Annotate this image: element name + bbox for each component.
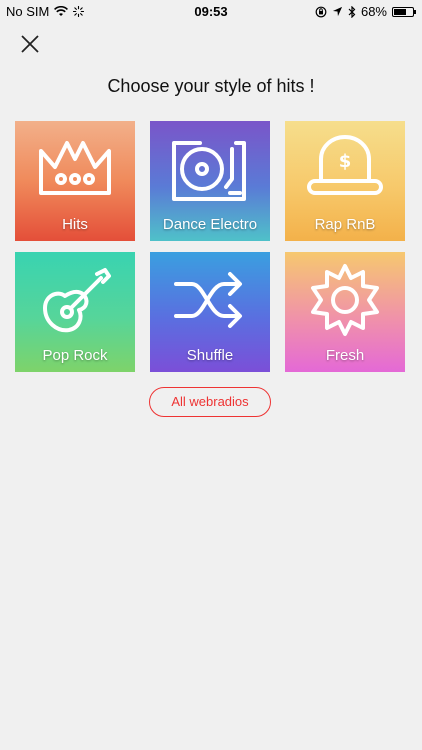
crown-icon: [39, 141, 111, 195]
rotation-lock-icon: [315, 6, 327, 17]
close-button[interactable]: [16, 30, 44, 58]
guitar-icon: [43, 268, 111, 333]
bluetooth-icon: [348, 5, 356, 18]
close-icon: [21, 35, 39, 53]
sun-icon: [311, 264, 379, 336]
status-right: 68%: [315, 4, 416, 19]
style-tile-dance-electro[interactable]: Dance Electro: [150, 121, 270, 241]
cap-icon: $: [307, 135, 383, 195]
page-title: Choose your style of hits !: [107, 76, 315, 96]
style-tile-fresh[interactable]: Fresh: [285, 252, 405, 372]
battery-percent: 68%: [360, 4, 387, 19]
style-label: Shuffle: [186, 347, 234, 364]
style-label: Pop Rock: [42, 347, 108, 364]
style-tile-rap-rnb[interactable]: $ Rap RnB: [285, 121, 405, 241]
svg-text:$: $: [339, 151, 352, 172]
style-label: Hits: [62, 216, 88, 233]
style-label: Rap RnB: [314, 216, 376, 233]
style-grid: Hits Dance Electro $ Rap RnB Pop Rock Sh…: [15, 121, 405, 372]
style-tile-hits[interactable]: Hits: [15, 121, 135, 241]
location-icon: [332, 6, 343, 17]
shuffle-icon: [174, 272, 242, 328]
all-webradios-button[interactable]: All webradios: [149, 387, 271, 417]
battery-icon: [392, 6, 416, 17]
style-label: Fresh: [325, 347, 365, 364]
style-label: Dance Electro: [162, 216, 258, 233]
style-tile-shuffle[interactable]: Shuffle: [150, 252, 270, 372]
style-tile-pop-rock[interactable]: Pop Rock: [15, 252, 135, 372]
turntable-icon: [172, 141, 246, 201]
status-bar: No SIM 09:53 68%: [0, 0, 422, 24]
